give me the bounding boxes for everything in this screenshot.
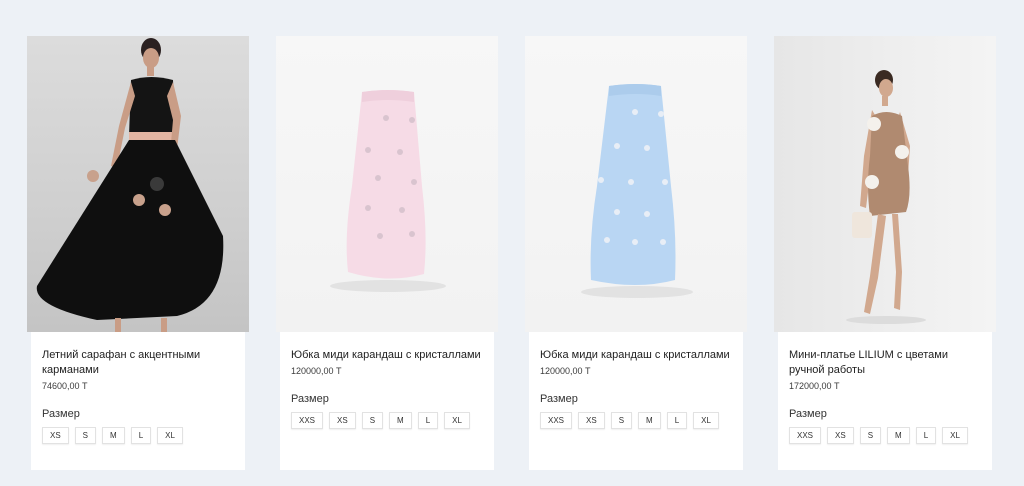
- product-info: Летний сарафан с акцентными карманами 74…: [31, 332, 245, 470]
- size-option-xs[interactable]: XS: [42, 427, 69, 444]
- product-price: 120000,00 Т: [540, 366, 591, 376]
- size-option-s[interactable]: S: [74, 427, 97, 444]
- product-image[interactable]: [276, 36, 498, 332]
- size-label: Размер: [42, 408, 80, 420]
- size-option-s[interactable]: S: [610, 412, 633, 429]
- size-option-xxs[interactable]: XXS: [540, 412, 573, 429]
- product-price: 120000,00 Т: [291, 366, 342, 376]
- size-option-xl[interactable]: XL: [157, 427, 183, 444]
- size-options: XXS XS S M L XL: [789, 427, 981, 444]
- size-option-xs[interactable]: XS: [329, 412, 356, 429]
- product-card[interactable]: Мини-платье LILIUM с цветами ручной рабо…: [774, 36, 996, 470]
- product-image[interactable]: [27, 36, 249, 332]
- product-image[interactable]: [525, 36, 747, 332]
- product-price: 74600,00 Т: [42, 381, 88, 391]
- product-title[interactable]: Мини-платье LILIUM с цветами ручной рабо…: [789, 348, 981, 378]
- size-option-xl[interactable]: XL: [444, 412, 470, 429]
- product-title[interactable]: Юбка миди карандаш с кристаллами: [540, 348, 732, 363]
- product-card[interactable]: Летний сарафан с акцентными карманами 74…: [27, 36, 249, 470]
- size-option-m[interactable]: M: [887, 427, 910, 444]
- size-label: Размер: [540, 393, 578, 405]
- size-option-l[interactable]: L: [915, 427, 937, 444]
- size-label: Размер: [291, 393, 329, 405]
- product-image[interactable]: [774, 36, 996, 332]
- size-option-s[interactable]: S: [361, 412, 384, 429]
- size-options: XXS XS S M L XL: [540, 412, 732, 429]
- size-option-m[interactable]: M: [638, 412, 661, 429]
- size-options: XXS XS S M L XL: [291, 412, 483, 429]
- size-option-m[interactable]: M: [389, 412, 412, 429]
- product-info: Юбка миди карандаш с кристаллами 120000,…: [529, 332, 743, 470]
- size-option-xs[interactable]: XS: [827, 427, 854, 444]
- size-option-xl[interactable]: XL: [942, 427, 968, 444]
- product-title[interactable]: Летний сарафан с акцентными карманами: [42, 348, 234, 378]
- size-option-m[interactable]: M: [102, 427, 125, 444]
- size-option-xl[interactable]: XL: [693, 412, 719, 429]
- size-option-l[interactable]: L: [666, 412, 688, 429]
- product-grid: Летний сарафан с акцентными карманами 74…: [27, 36, 996, 470]
- size-label: Размер: [789, 408, 827, 420]
- size-option-xxs[interactable]: XXS: [291, 412, 324, 429]
- size-options: XS S M L XL: [42, 427, 234, 444]
- product-card[interactable]: Юбка миди карандаш с кристаллами 120000,…: [525, 36, 747, 470]
- product-card[interactable]: Юбка миди карандаш с кристаллами 120000,…: [276, 36, 498, 470]
- size-option-l[interactable]: L: [130, 427, 152, 444]
- size-option-xxs[interactable]: XXS: [789, 427, 822, 444]
- product-title[interactable]: Юбка миди карандаш с кристаллами: [291, 348, 483, 363]
- size-option-l[interactable]: L: [417, 412, 439, 429]
- product-price: 172000,00 Т: [789, 381, 840, 391]
- product-info: Юбка миди карандаш с кристаллами 120000,…: [280, 332, 494, 470]
- product-info: Мини-платье LILIUM с цветами ручной рабо…: [778, 332, 992, 470]
- size-option-xs[interactable]: XS: [578, 412, 605, 429]
- size-option-s[interactable]: S: [859, 427, 882, 444]
